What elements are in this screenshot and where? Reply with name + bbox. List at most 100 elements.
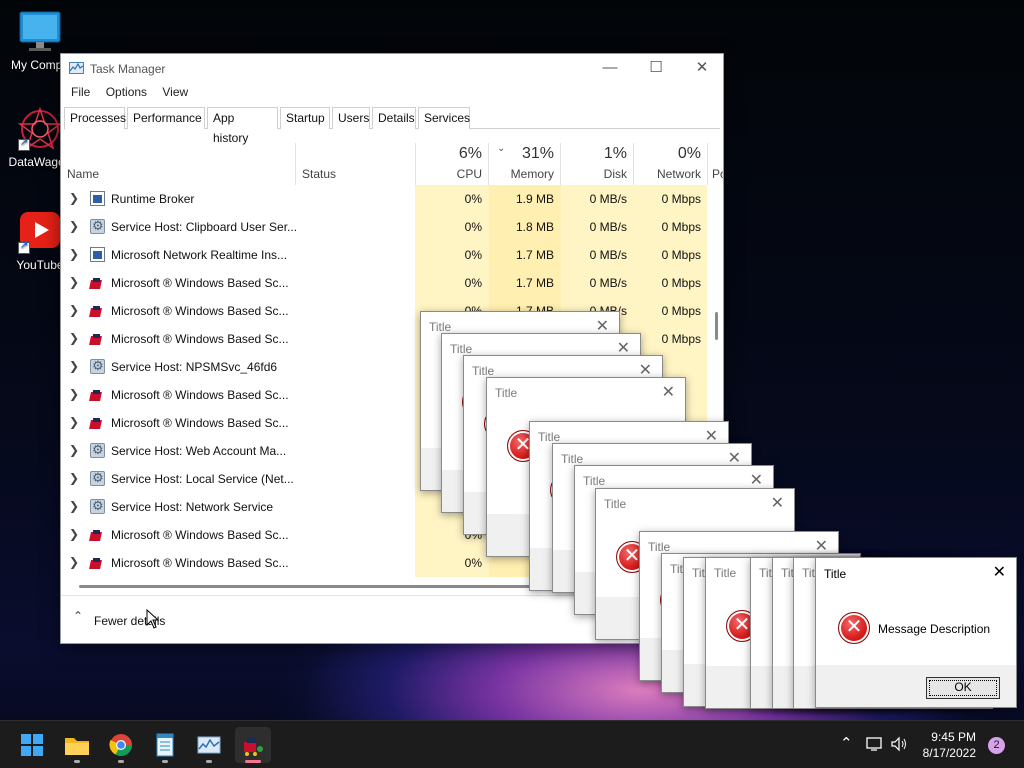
dialog-close-button[interactable]: ✕ (662, 382, 675, 402)
process-name: Microsoft ® Windows Based Sc... (111, 332, 289, 346)
dialog-close-button[interactable]: ✕ (771, 493, 784, 513)
process-name: Service Host: Web Account Ma... (111, 444, 287, 458)
process-name: Service Host: Clipboard User Ser... (111, 220, 298, 234)
maximize-button[interactable]: ☐ (633, 54, 679, 83)
start-icon (21, 734, 43, 756)
script-host-icon (90, 387, 105, 402)
process-name: Microsoft ® Windows Based Sc... (111, 304, 289, 318)
tab-app-history[interactable]: App history (207, 107, 278, 145)
tab-performance[interactable]: Performance (127, 107, 205, 129)
notification-badge[interactable]: 2 (988, 737, 1005, 754)
expand-chevron-icon[interactable]: ❯ (69, 471, 79, 485)
tab-processes[interactable]: Processes (64, 107, 126, 130)
running-indicator (245, 760, 261, 763)
tab-startup[interactable]: Startup (280, 107, 330, 129)
network-icon[interactable] (866, 736, 884, 752)
column-status[interactable]: Status (296, 143, 416, 185)
menu-options[interactable]: Options (102, 85, 151, 99)
minimize-button[interactable]: — (587, 54, 633, 83)
column-power[interactable]: Po (708, 143, 723, 185)
expand-chevron-icon[interactable]: ❯ (69, 443, 79, 457)
mouse-cursor-icon (146, 609, 160, 629)
expand-chevron-icon[interactable]: ❯ (69, 415, 79, 429)
expand-chevron-icon[interactable]: ❯ (69, 359, 79, 373)
youtube-icon (18, 210, 62, 254)
menu-file[interactable]: File (67, 85, 94, 99)
notepad-button[interactable] (147, 727, 183, 763)
expand-chevron-icon[interactable]: ❯ (69, 191, 79, 205)
chevron-up-icon[interactable]: ⌃ (73, 609, 83, 623)
table-row[interactable]: ❯ Runtime Broker 0% 1.9 MB 0 MB/s 0 Mbps (61, 185, 707, 213)
close-button[interactable]: ✕ (679, 54, 725, 83)
table-row[interactable]: ❯ Microsoft Network Realtime Ins... 0% 1.7 … (61, 241, 707, 269)
column-label: Disk (603, 167, 627, 181)
expand-chevron-icon[interactable]: ❯ (69, 275, 79, 289)
dialog-title: Title (648, 540, 671, 554)
start-button[interactable] (14, 727, 50, 763)
column-memory[interactable]: ⌄ 31% Memory (489, 143, 561, 185)
column-name[interactable]: Name (61, 143, 296, 185)
running-indicator (118, 760, 124, 763)
process-name: Microsoft ® Windows Based Sc... (111, 416, 289, 430)
expand-chevron-icon[interactable]: ❯ (69, 387, 79, 401)
memory-cell: 1.8 MB (489, 213, 561, 241)
vertical-scrollbar[interactable] (715, 312, 718, 340)
disk-cell: 0 MB/s (561, 213, 634, 241)
column-disk[interactable]: 1% Disk (561, 143, 634, 185)
column-cpu[interactable]: 6% CPU (416, 143, 489, 185)
file-explorer-button[interactable] (59, 727, 95, 763)
script-host-icon (90, 303, 105, 318)
expand-chevron-icon[interactable]: ❯ (69, 331, 79, 345)
expand-chevron-icon[interactable]: ❯ (69, 219, 79, 233)
cpu-cell: 0% (415, 241, 489, 269)
column-label: CPU (456, 167, 482, 181)
volume-icon[interactable] (891, 736, 909, 752)
dialog-title: Title (561, 452, 584, 466)
script-host-icon (90, 555, 105, 570)
clock[interactable]: 9:45 PM 8/17/2022 (923, 729, 976, 761)
task-manager-button[interactable] (191, 727, 227, 763)
expand-chevron-icon[interactable]: ❯ (69, 527, 79, 541)
network-cell: 0 Mbps (634, 185, 707, 213)
shortcut-arrow-icon (18, 240, 30, 254)
menu-view[interactable]: View (158, 85, 192, 99)
running-indicator (74, 760, 80, 763)
chrome-button[interactable] (103, 727, 139, 763)
running-indicator (162, 760, 168, 763)
clock-date: 8/17/2022 (922, 746, 976, 760)
horizontal-scrollbar[interactable] (79, 585, 549, 588)
script-host-icon (90, 331, 105, 346)
datawagon-icon (17, 106, 63, 151)
tab-details[interactable]: Details (372, 107, 416, 129)
expand-chevron-icon[interactable]: ❯ (69, 555, 79, 569)
ok-button[interactable]: OK (926, 677, 1000, 699)
datawagon-app-icon (244, 737, 263, 756)
window-title: Task Manager (90, 62, 166, 76)
dialog-close-button[interactable]: ✕ (993, 562, 1006, 582)
network-total: 0% (677, 145, 701, 162)
expand-chevron-icon[interactable]: ❯ (69, 303, 79, 317)
running-indicator (206, 760, 212, 763)
cpu-cell: 0% (415, 185, 489, 213)
expand-chevron-icon[interactable]: ❯ (69, 499, 79, 513)
column-network[interactable]: 0% Network (634, 143, 708, 185)
app-icon (90, 191, 105, 206)
table-row[interactable]: ❯ Microsoft ® Windows Based Sc... 0%1.7 MB… (61, 269, 707, 297)
active-app-button[interactable] (235, 727, 271, 763)
cpu-cell: 0% (415, 269, 489, 297)
dialog-message: Message Description (878, 622, 991, 636)
gear-icon (90, 498, 105, 514)
gear-icon (90, 218, 105, 234)
process-name: Microsoft ® Windows Based Sc... (111, 276, 289, 290)
chevron-up-icon[interactable]: ⌃ (840, 734, 853, 752)
tab-users[interactable]: Users (332, 107, 370, 129)
process-name: Microsoft ® Windows Based Sc... (111, 388, 289, 402)
column-label: Name (67, 167, 100, 181)
monitor-icon (18, 10, 62, 54)
expand-chevron-icon[interactable]: ❯ (69, 247, 79, 261)
title-bar[interactable]: Task Manager — ☐ ✕ (61, 54, 723, 83)
column-label: Status (302, 167, 337, 181)
tab-services[interactable]: Services (418, 107, 470, 129)
table-row[interactable]: ❯ Service Host: Clipboard User Ser... 0%1.… (61, 213, 707, 241)
dialog-close-button[interactable]: ✕ (750, 470, 763, 490)
